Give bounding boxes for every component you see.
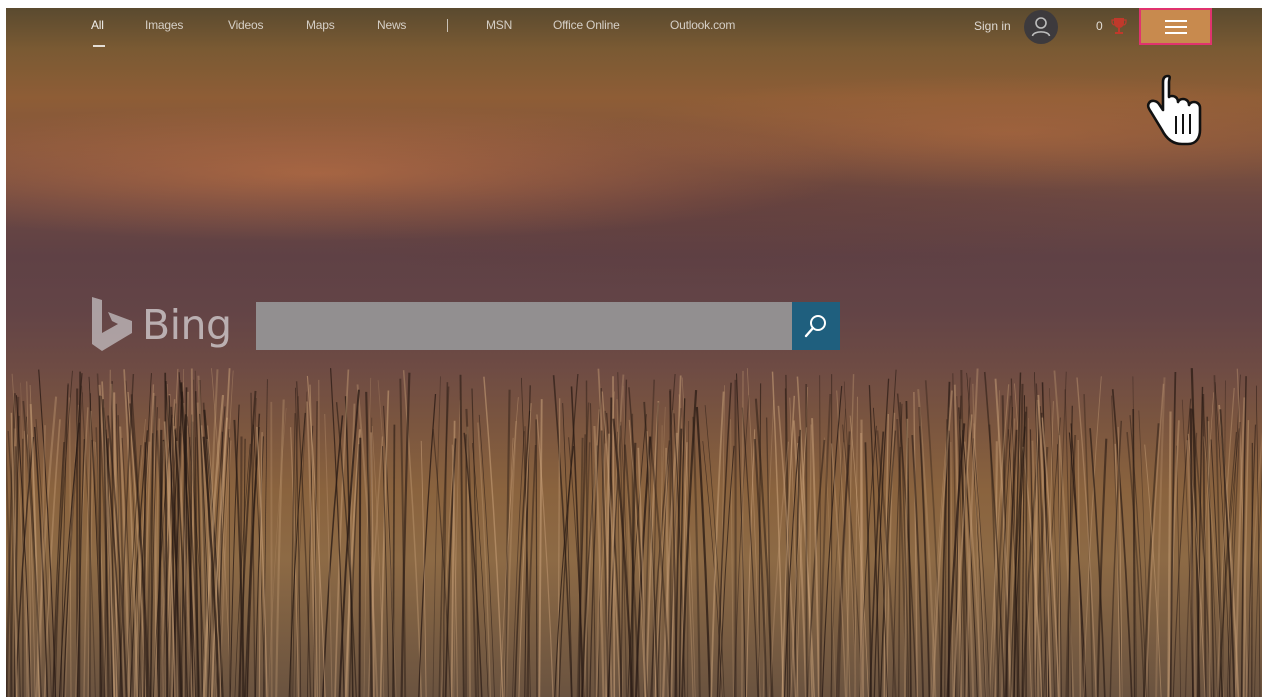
hamburger-menu-button[interactable]: [1139, 8, 1212, 45]
hand-pointer-icon: [1146, 74, 1202, 146]
nav-item-maps[interactable]: Maps: [306, 18, 335, 32]
top-navigation: All Images Videos Maps News MSN Office O…: [6, 8, 1262, 48]
bing-logo[interactable]: Bing: [90, 295, 235, 355]
nav-item-news[interactable]: News: [377, 18, 406, 32]
active-tab-indicator: [93, 45, 105, 47]
nav-item-msn[interactable]: MSN: [486, 18, 512, 32]
nav-item-office-online[interactable]: Office Online: [553, 18, 620, 32]
nav-item-images[interactable]: Images: [145, 18, 183, 32]
bing-b-icon: [92, 297, 132, 351]
search-icon: [804, 315, 826, 338]
hamburger-icon: [1165, 20, 1187, 34]
nav-item-outlook[interactable]: Outlook.com: [670, 18, 735, 32]
trophy-icon[interactable]: [1111, 16, 1127, 36]
sign-in-link[interactable]: Sign in: [974, 19, 1011, 33]
rewards-count[interactable]: 0: [1096, 19, 1103, 33]
search-input[interactable]: [256, 302, 792, 350]
search-button[interactable]: [792, 302, 840, 350]
nav-item-videos[interactable]: Videos: [228, 18, 263, 32]
nav-item-all[interactable]: All: [91, 18, 104, 32]
user-icon[interactable]: [1024, 10, 1058, 44]
browser-page: All Images Videos Maps News MSN Office O…: [6, 8, 1262, 697]
nav-divider: [447, 19, 448, 32]
brand-name: Bing: [142, 301, 232, 349]
